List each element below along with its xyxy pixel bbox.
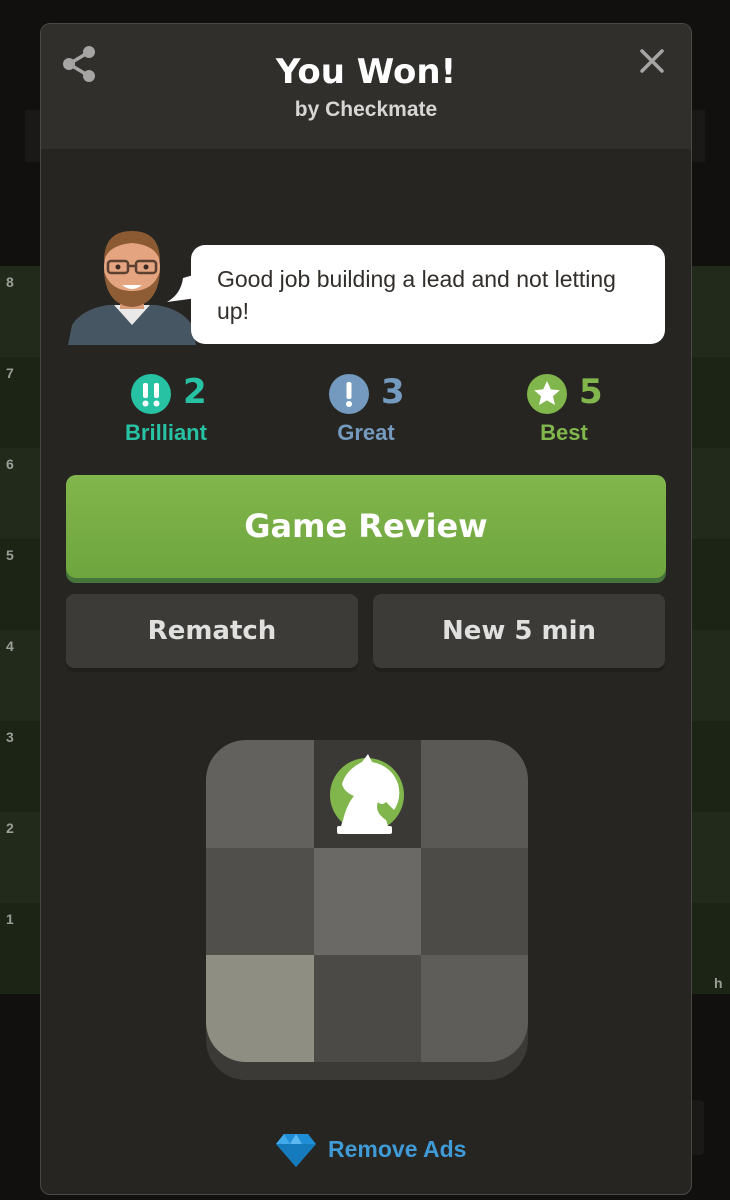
- great-count: 3: [381, 372, 405, 412]
- game-over-modal: You Won! by Checkmate Good job building …: [40, 23, 692, 1195]
- app-logo: [206, 740, 528, 1082]
- new-game-button[interactable]: New 5 min: [373, 594, 665, 668]
- remove-ads-label: Remove Ads: [328, 1136, 467, 1162]
- rank-label: 4: [6, 638, 14, 654]
- brilliant-count: 2: [183, 372, 207, 412]
- modal-subtitle: by Checkmate: [294, 98, 438, 121]
- rank-label: 5: [6, 547, 14, 563]
- modal-header: You Won! by Checkmate: [41, 24, 691, 149]
- rank-label: 8: [6, 274, 14, 290]
- diamond-icon: [276, 1134, 316, 1167]
- star-icon: [527, 374, 567, 414]
- rank-label: 1: [6, 911, 14, 927]
- great-label: Great: [337, 420, 395, 445]
- close-icon[interactable]: [637, 46, 667, 76]
- stat-best: 5 Best: [527, 372, 691, 454]
- best-label: Best: [540, 420, 588, 445]
- best-count: 5: [579, 372, 603, 412]
- rank-label: 6: [6, 456, 14, 472]
- brilliant-label: Brilliant: [125, 420, 207, 445]
- rank-label: 7: [6, 365, 14, 381]
- brilliant-icon: [131, 374, 171, 414]
- rematch-button[interactable]: Rematch: [66, 594, 358, 668]
- stat-great: 3 Great: [329, 372, 499, 454]
- game-review-button[interactable]: Game Review: [66, 475, 666, 578]
- coach-message: Good job building a lead and not letting…: [217, 266, 616, 324]
- coach-speech-bubble: Good job building a lead and not letting…: [191, 245, 665, 344]
- rank-label: 3: [6, 729, 14, 745]
- modal-title: You Won!: [275, 52, 457, 92]
- rank-label: 2: [6, 820, 14, 836]
- stat-brilliant: 2 Brilliant: [121, 372, 291, 454]
- file-label: h: [714, 975, 723, 991]
- great-icon: [329, 374, 369, 414]
